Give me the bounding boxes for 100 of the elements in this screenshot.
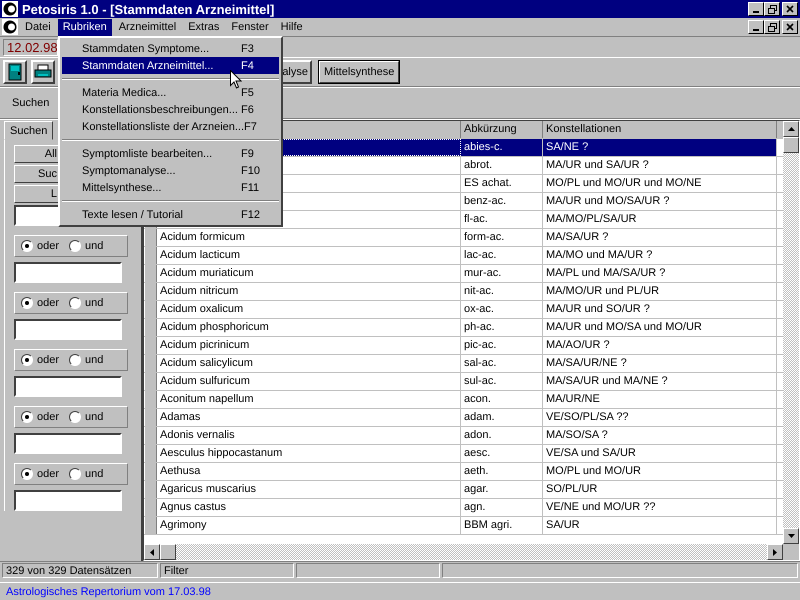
table-cell: acon. — [461, 391, 543, 408]
table-cell: MA/UR/NE — [543, 391, 777, 408]
scroll-thumb[interactable] — [783, 137, 799, 153]
input-field[interactable] — [14, 490, 122, 511]
table-cell: MO/PL und MO/UR — [543, 463, 777, 480]
radio-button[interactable]: oder — [21, 354, 60, 366]
table-row[interactable]: Acidum formicum form-ac. MA/SA/UR ? — [144, 229, 783, 247]
minimize-button[interactable] — [748, 20, 764, 34]
table-row[interactable]: Acidum muriaticum mur-ac. MA/PL und MA/SA/UR ? — [144, 265, 783, 283]
menu-item[interactable]: Materia Medica... F5 — [62, 84, 279, 101]
table-row[interactable]: Acidum nitricum nit-ac. MA/MO/UR und PL/UR — [144, 283, 783, 301]
radio-button[interactable]: oder — [21, 240, 60, 252]
table-cell: Aconitum napellum — [157, 391, 461, 408]
table-row[interactable]: Acidum picrinicum pic-ac. MA/AO/UR ? — [144, 337, 783, 355]
horizontal-scrollbar[interactable] — [144, 544, 799, 560]
table-row[interactable]: Acidum sulfuricum sul-ac. MA/SA/UR und MA/NE ? — [144, 373, 783, 391]
menu-item[interactable]: Arzneimittel — [114, 18, 182, 36]
scroll-down-icon[interactable] — [788, 534, 794, 538]
input-field[interactable] — [14, 262, 122, 283]
menu-item-label: Materia Medica... — [82, 86, 166, 98]
radio-button[interactable]: und — [69, 411, 104, 423]
table-row[interactable]: Acidum phosphoricum ph-ac. MA/UR und MO/SA und MO/UR — [144, 319, 783, 337]
search-label: Suchen — [12, 97, 50, 109]
table-cell: MA/UR und MO/SA/UR ? — [543, 193, 777, 210]
table-cell: Acidum lacticum — [157, 247, 461, 264]
close-button[interactable] — [782, 20, 798, 34]
table-row[interactable]: Agrimony BBM agri. SA/UR — [144, 517, 783, 535]
menu-item[interactable]: Extras — [183, 18, 224, 36]
table-row[interactable]: Acidum lacticum lac-ac. MA/MO und MA/UR ? — [144, 247, 783, 265]
table-cell: Agnus castus — [157, 499, 461, 516]
radio-button[interactable]: oder — [21, 411, 60, 423]
menu-item-label: Konstellationsliste der Arzneien... — [82, 120, 244, 132]
tab[interactable]: Suchen — [4, 121, 54, 140]
table-cell: Acidum nitricum — [157, 283, 461, 300]
input-field[interactable] — [14, 319, 122, 340]
menu-item[interactable]: Hilfe — [276, 18, 308, 36]
radio-button[interactable]: oder — [21, 297, 60, 309]
restore-button[interactable] — [764, 20, 780, 34]
table-cell: sul-ac. — [461, 373, 543, 390]
table-cell: VE/SO/PL/SA ?? — [543, 409, 777, 426]
vertical-scrollbar[interactable] — [783, 121, 799, 544]
scroll-left-button[interactable] — [144, 544, 160, 560]
table-cell: Acidum oxalicum — [157, 301, 461, 318]
table-row[interactable]: Aethusa aeth. MO/PL und MO/UR — [144, 463, 783, 481]
scroll-up-button[interactable] — [783, 121, 799, 137]
table-cell: Agrimony — [157, 517, 461, 534]
table-row[interactable]: Acidum oxalicum ox-ac. MA/UR und SO/UR ? — [144, 301, 783, 319]
close-button[interactable] — [782, 2, 798, 16]
radio-button[interactable]: und — [69, 354, 104, 366]
menu-item[interactable]: Fenster — [226, 18, 274, 36]
date-field: 12.02.98 — [3, 38, 58, 56]
table-cell: Acidum phosphoricum — [157, 319, 461, 336]
table-row[interactable]: Adonis vernalis adon. MA/SO/SA ? — [144, 427, 783, 445]
input-field[interactable] — [14, 376, 122, 397]
menu-item-label: Konstellationsbeschreibungen... — [82, 104, 238, 116]
column-header[interactable]: Abkürzung — [461, 121, 543, 138]
close-icon — [786, 5, 794, 13]
scroll-thumb[interactable] — [160, 544, 176, 560]
table-row[interactable]: Aconitum napellum acon. MA/UR/NE — [144, 391, 783, 409]
radio-button[interactable]: und — [69, 297, 104, 309]
menu-item[interactable]: Rubriken — [58, 18, 112, 36]
table-cell: abies-c. — [461, 139, 543, 156]
table-cell: ox-ac. — [461, 301, 543, 318]
table-row[interactable]: Adamas adam. VE/SO/PL/SA ?? — [144, 409, 783, 427]
scroll-left-icon[interactable] — [150, 548, 154, 556]
table-row[interactable]: Agaricus muscarius agar. SO/PL/UR — [144, 481, 783, 499]
app-logo-icon — [2, 1, 18, 17]
menu-item[interactable]: Konstellationsliste der Arzneien...F7 — [62, 118, 279, 135]
scroll-up-icon[interactable] — [788, 127, 794, 131]
table-row[interactable]: Acidum salicylicum sal-ac. MA/SA/UR/NE ? — [144, 355, 783, 373]
table-cell: VE/NE und MO/UR ?? — [543, 499, 777, 516]
book-icon[interactable] — [3, 60, 27, 84]
table-cell: MA/UR und SO/UR ? — [543, 301, 777, 318]
radio-button[interactable]: und — [69, 240, 104, 252]
table-cell: Adonis vernalis — [157, 427, 461, 444]
table-row[interactable]: Agnus castus agn. VE/NE und MO/UR ?? — [144, 499, 783, 517]
menu-item[interactable]: Datei — [20, 18, 56, 36]
scroll-right-button[interactable] — [767, 544, 783, 560]
table-cell: MA/UR und MO/SA und MO/UR — [543, 319, 777, 336]
toolbar-button[interactable]: Mittelsynthese — [318, 60, 400, 84]
mouse-cursor-icon — [230, 70, 242, 89]
restore-button[interactable] — [764, 2, 780, 16]
minimize-button[interactable] — [748, 2, 764, 16]
table-cell: sal-ac. — [461, 355, 543, 372]
table-cell: MA/MO und MA/UR ? — [543, 247, 777, 264]
table-cell: pic-ac. — [461, 337, 543, 354]
input-field[interactable] — [14, 433, 122, 454]
printer-icon[interactable] — [31, 60, 55, 84]
window-title: Petosiris 1.0 - [Stammdaten Arzneimittel] — [22, 2, 274, 16]
scroll-right-icon[interactable] — [773, 548, 777, 556]
table-cell: BBM agri. — [461, 517, 543, 534]
table-row[interactable]: Aesculus hippocastanum aesc. VE/SA und SA/UR — [144, 445, 783, 463]
scroll-down-button[interactable] — [783, 528, 799, 544]
shortcut-label: F7 — [244, 120, 258, 132]
menu-item[interactable]: Stammdaten Arzneimittel... F4 — [62, 57, 279, 74]
column-header[interactable]: Konstellationen — [543, 121, 777, 138]
menu-item[interactable]: Konstellationsbeschreibungen... F6 — [62, 101, 279, 118]
radio-button[interactable]: oder — [21, 468, 60, 480]
menu-item[interactable]: Stammdaten Symptome... F3 — [62, 40, 279, 57]
radio-button[interactable]: und — [69, 468, 104, 480]
